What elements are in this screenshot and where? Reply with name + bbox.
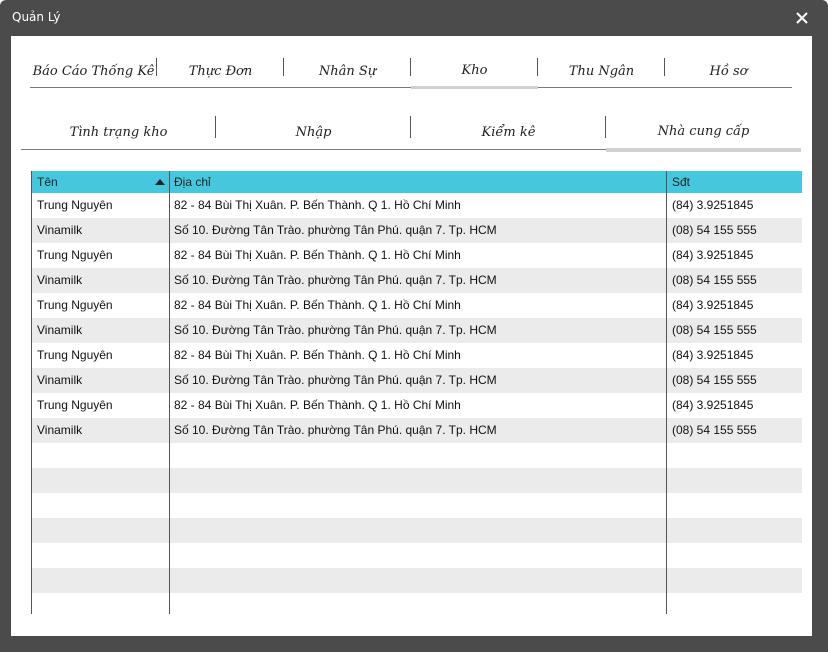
table-row[interactable]: Vinamilk Số 10. Đường Tân Trào. phường Tâ… [32, 218, 802, 243]
cell-ten[interactable] [32, 568, 169, 593]
cell-ten[interactable]: Vinamilk [32, 418, 169, 443]
table-row[interactable] [32, 568, 802, 593]
cell-sdt[interactable] [667, 543, 802, 568]
cell-ten[interactable]: Trung Nguyên [32, 243, 169, 268]
table-row[interactable] [32, 443, 802, 468]
cell-sdt[interactable]: (08) 54 155 555 [667, 218, 802, 243]
supplier-grid[interactable]: Tên Địa chỉ Sđt Trung Nguyên 82 - 84 Bùi … [31, 171, 802, 614]
column-divider [666, 171, 667, 614]
cell-dia-chi[interactable]: Số 10. Đường Tân Trào. phường Tân Phú. q… [169, 418, 667, 443]
cell-ten[interactable]: Vinamilk [32, 318, 169, 343]
cell-sdt[interactable]: (08) 54 155 555 [667, 268, 802, 293]
cell-sdt[interactable]: (84) 3.9251845 [667, 343, 802, 368]
cell-sdt[interactable]: (84) 3.9251845 [667, 393, 802, 418]
cell-dia-chi[interactable] [169, 593, 667, 618]
sort-ascending-icon [155, 179, 165, 185]
cell-dia-chi[interactable]: Số 10. Đường Tân Trào. phường Tân Phú. q… [169, 218, 667, 243]
column-header-dia-chi[interactable]: Địa chỉ [169, 171, 667, 193]
cell-dia-chi[interactable]: Số 10. Đường Tân Trào. phường Tân Phú. q… [169, 368, 667, 393]
cell-dia-chi[interactable] [169, 468, 667, 493]
app-window: Quản Lý Báo Cáo Thống Kê Thực Đơn Nhân S… [0, 0, 828, 652]
grid-header: Tên Địa chỉ Sđt [32, 171, 802, 193]
cell-sdt[interactable] [667, 568, 802, 593]
column-header-ten[interactable]: Tên [32, 171, 169, 193]
cell-ten[interactable] [32, 443, 169, 468]
subtab-nhap[interactable]: Nhập [216, 114, 411, 150]
tab-thu-ngan[interactable]: Thu Ngân [538, 54, 665, 88]
subtab-nha-cung-cap[interactable]: Nhà cung cấp [606, 114, 801, 152]
close-icon[interactable] [794, 10, 810, 26]
cell-sdt[interactable]: (08) 54 155 555 [667, 418, 802, 443]
tab-kho[interactable]: Kho [411, 54, 538, 89]
table-row[interactable] [32, 593, 802, 618]
table-row[interactable]: Vinamilk Số 10. Đường Tân Trào. phường Tâ… [32, 418, 802, 443]
table-row[interactable] [32, 518, 802, 543]
cell-dia-chi[interactable]: 82 - 84 Bùi Thị Xuân. P. Bến Thành. Q 1.… [169, 243, 667, 268]
cell-sdt[interactable] [667, 593, 802, 618]
table-row[interactable] [32, 543, 802, 568]
cell-dia-chi[interactable]: Số 10. Đường Tân Trào. phường Tân Phú. q… [169, 318, 667, 343]
cell-ten[interactable] [32, 593, 169, 618]
table-row[interactable]: Vinamilk Số 10. Đường Tân Trào. phường Tâ… [32, 318, 802, 343]
cell-ten[interactable]: Vinamilk [32, 218, 169, 243]
tab-bao-cao-thong-ke[interactable]: Báo Cáo Thống Kê [30, 54, 157, 88]
cell-sdt[interactable]: (84) 3.9251845 [667, 193, 802, 218]
cell-dia-chi[interactable] [169, 543, 667, 568]
cell-ten[interactable] [32, 493, 169, 518]
cell-dia-chi[interactable]: 82 - 84 Bùi Thị Xuân. P. Bến Thành. Q 1.… [169, 343, 667, 368]
cell-sdt[interactable] [667, 468, 802, 493]
cell-ten[interactable]: Trung Nguyên [32, 393, 169, 418]
tab-nhan-su[interactable]: Nhân Sự [284, 54, 411, 88]
cell-sdt[interactable] [667, 518, 802, 543]
subtab-kiem-ke[interactable]: Kiểm kê [411, 114, 606, 150]
cell-dia-chi[interactable] [169, 443, 667, 468]
table-row[interactable] [32, 468, 802, 493]
cell-dia-chi[interactable] [169, 493, 667, 518]
cell-sdt[interactable]: (84) 3.9251845 [667, 243, 802, 268]
column-header-label: Tên [37, 175, 58, 189]
table-row[interactable]: Trung Nguyên 82 - 84 Bùi Thị Xuân. P. Bến… [32, 393, 802, 418]
table-row[interactable]: Trung Nguyên 82 - 84 Bùi Thị Xuân. P. Bến… [32, 293, 802, 318]
table-row[interactable]: Trung Nguyên 82 - 84 Bùi Thị Xuân. P. Bến… [32, 343, 802, 368]
cell-sdt[interactable] [667, 443, 802, 468]
client-area: Báo Cáo Thống Kê Thực Đơn Nhân Sự Kho Th… [11, 36, 812, 636]
main-tab-bar: Báo Cáo Thống Kê Thực Đơn Nhân Sự Kho Th… [30, 54, 792, 89]
cell-dia-chi[interactable]: 82 - 84 Bùi Thị Xuân. P. Bến Thành. Q 1.… [169, 193, 667, 218]
cell-ten[interactable]: Trung Nguyên [32, 193, 169, 218]
grid-body: Trung Nguyên 82 - 84 Bùi Thị Xuân. P. Bến… [32, 193, 802, 618]
column-header-sdt[interactable]: Sđt [667, 171, 802, 193]
cell-ten[interactable]: Trung Nguyên [32, 343, 169, 368]
subtab-tinh-trang-kho[interactable]: Tình trạng kho [21, 114, 216, 150]
tab-ho-so[interactable]: Hồ sơ [665, 54, 792, 88]
cell-sdt[interactable]: (08) 54 155 555 [667, 318, 802, 343]
cell-ten[interactable] [32, 518, 169, 543]
table-row[interactable]: Vinamilk Số 10. Đường Tân Trào. phường Tâ… [32, 268, 802, 293]
sub-tab-bar: Tình trạng kho Nhập Kiểm kê Nhà cung cấp [21, 114, 801, 152]
cell-ten[interactable]: Vinamilk [32, 268, 169, 293]
cell-dia-chi[interactable] [169, 518, 667, 543]
cell-dia-chi[interactable] [169, 568, 667, 593]
cell-sdt[interactable]: (08) 54 155 555 [667, 368, 802, 393]
cell-dia-chi[interactable]: 82 - 84 Bùi Thị Xuân. P. Bến Thành. Q 1.… [169, 293, 667, 318]
cell-dia-chi[interactable]: 82 - 84 Bùi Thị Xuân. P. Bến Thành. Q 1.… [169, 393, 667, 418]
column-divider [169, 171, 170, 614]
cell-ten[interactable]: Vinamilk [32, 368, 169, 393]
table-row[interactable] [32, 493, 802, 518]
cell-sdt[interactable]: (84) 3.9251845 [667, 293, 802, 318]
table-row[interactable]: Vinamilk Số 10. Đường Tân Trào. phường Tâ… [32, 368, 802, 393]
table-row[interactable]: Trung Nguyên 82 - 84 Bùi Thị Xuân. P. Bến… [32, 193, 802, 218]
cell-ten[interactable]: Trung Nguyên [32, 293, 169, 318]
window-title: Quản Lý [12, 10, 61, 24]
cell-dia-chi[interactable]: Số 10. Đường Tân Trào. phường Tân Phú. q… [169, 268, 667, 293]
tab-thuc-don[interactable]: Thực Đơn [157, 54, 284, 88]
cell-ten[interactable] [32, 468, 169, 493]
cell-sdt[interactable] [667, 493, 802, 518]
table-row[interactable]: Trung Nguyên 82 - 84 Bùi Thị Xuân. P. Bến… [32, 243, 802, 268]
cell-ten[interactable] [32, 543, 169, 568]
title-bar: Quản Lý [0, 0, 828, 36]
